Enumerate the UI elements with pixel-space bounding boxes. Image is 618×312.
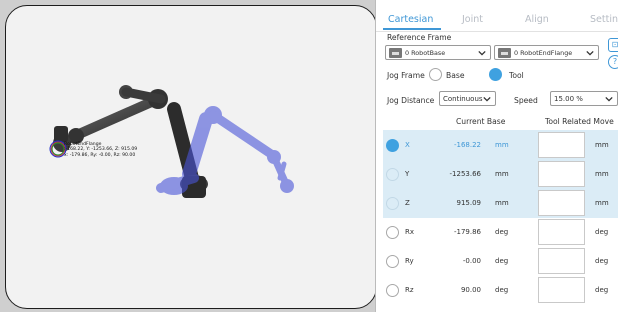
tag-position: :-168.22, Y: -1253.66, Z: 915.09 — [64, 147, 138, 153]
axis-unit: deg — [495, 286, 509, 294]
axis-value: -0.00 — [462, 257, 481, 265]
tab-cartesian[interactable]: Cartesian — [388, 14, 433, 25]
current-base-header: Current Base — [456, 117, 506, 126]
app-frame: RobotEndFlange :-168.22, Y: -1253.66, Z:… — [0, 0, 618, 312]
axis-label: Z — [405, 199, 410, 207]
robot-3d-viewport[interactable]: RobotEndFlange :-168.22, Y: -1253.66, Z:… — [5, 5, 377, 309]
help-icon[interactable]: ? — [608, 55, 618, 69]
axis-radio-x[interactable] — [386, 139, 399, 152]
reference-frame-label: Reference Frame — [387, 33, 452, 42]
speed-value: 15.00 % — [554, 95, 583, 103]
chevron-down-icon — [483, 96, 491, 102]
tag-rotation: x: -179.86, Ry: -0.00, Rz: 90.00 — [64, 152, 136, 158]
tab-settings[interactable]: Settings — [590, 14, 618, 25]
axis-radio-rz[interactable] — [386, 284, 399, 297]
jog-frame-tool-label: Tool — [509, 71, 524, 80]
base-frame-select[interactable]: 0 RobotBase — [385, 45, 491, 60]
frame-view-icon[interactable]: ⊡ — [608, 38, 618, 52]
axis-label: Ry — [405, 257, 414, 265]
tab-align[interactable]: Align — [525, 14, 549, 25]
axis-value: 915.09 — [456, 199, 482, 207]
axis-unit: mm — [495, 170, 509, 178]
jog-distance-label: Jog Distance — [387, 96, 435, 105]
active-tab-indicator — [383, 28, 441, 30]
move-unit: mm — [595, 141, 609, 149]
axis-value: -1253.66 — [449, 170, 481, 178]
move-input-x[interactable] — [538, 132, 585, 158]
axis-row-rx[interactable]: Rx -179.86 deg deg — [383, 217, 618, 247]
move-unit: mm — [595, 170, 609, 178]
axis-unit: deg — [495, 228, 509, 236]
move-input-rx[interactable] — [538, 219, 585, 245]
axis-row-y[interactable]: Y -1253.66 mm mm — [383, 159, 618, 189]
axis-unit: mm — [495, 141, 509, 149]
axis-label: Y — [405, 170, 410, 178]
frame-icon — [389, 48, 402, 58]
axis-row-x[interactable]: X -168.22 mm mm — [383, 130, 618, 160]
axis-value: -168.22 — [453, 141, 481, 149]
move-input-z[interactable] — [538, 190, 585, 216]
jog-frame-base-label: Base — [446, 71, 465, 80]
axis-radio-z[interactable] — [386, 197, 399, 210]
jog-frame-tool-radio[interactable] — [489, 68, 502, 81]
speed-label: Speed — [514, 96, 538, 105]
axis-value: 90.00 — [460, 286, 481, 294]
tab-bar: Cartesian Joint Align Settings — [376, 0, 618, 32]
flange-frame-value: 0 RobotEndFlange — [514, 49, 573, 57]
end-flange-coordinate-tag: RobotEndFlange :-168.22, Y: -1253.66, Z:… — [64, 142, 137, 158]
jog-frame-base-radio[interactable] — [429, 68, 442, 81]
axis-unit: deg — [495, 257, 509, 265]
axis-radio-ry[interactable] — [386, 255, 399, 268]
jog-distance-value: Continuous — [443, 95, 483, 103]
move-input-y[interactable] — [538, 161, 585, 187]
axis-label: Rx — [405, 228, 415, 236]
axis-radio-rx[interactable] — [386, 226, 399, 239]
axis-row-rz[interactable]: Rz 90.00 deg deg — [383, 275, 618, 305]
move-input-rz[interactable] — [538, 277, 585, 303]
axis-unit: mm — [495, 199, 509, 207]
move-unit: deg — [595, 228, 609, 236]
axis-value: -179.86 — [453, 228, 481, 236]
flange-frame-select[interactable]: 0 RobotEndFlange — [494, 45, 599, 60]
robot-scene[interactable] — [6, 6, 376, 308]
move-unit: deg — [595, 286, 609, 294]
jog-panel: Cartesian Joint Align Settings Reference… — [375, 0, 618, 312]
jog-frame-label: Jog Frame — [387, 71, 425, 80]
speed-select[interactable]: 15.00 % — [550, 91, 618, 106]
tab-joint[interactable]: Joint — [462, 14, 483, 25]
move-input-ry[interactable] — [538, 248, 585, 274]
axis-radio-y[interactable] — [386, 168, 399, 181]
move-unit: mm — [595, 199, 609, 207]
move-unit: deg — [595, 257, 609, 265]
axis-label: X — [405, 141, 410, 149]
frame-icon — [498, 48, 511, 58]
chevron-down-icon — [478, 50, 486, 56]
chevron-down-icon — [605, 96, 613, 102]
axis-row-z[interactable]: Z 915.09 mm mm — [383, 188, 618, 218]
base-frame-value: 0 RobotBase — [405, 49, 446, 57]
axis-label: Rz — [405, 286, 414, 294]
jog-distance-select[interactable]: Continuous — [439, 91, 496, 106]
axis-row-ry[interactable]: Ry -0.00 deg deg — [383, 246, 618, 276]
tool-related-move-header: Tool Related Move — [545, 117, 614, 126]
chevron-down-icon — [586, 50, 594, 56]
